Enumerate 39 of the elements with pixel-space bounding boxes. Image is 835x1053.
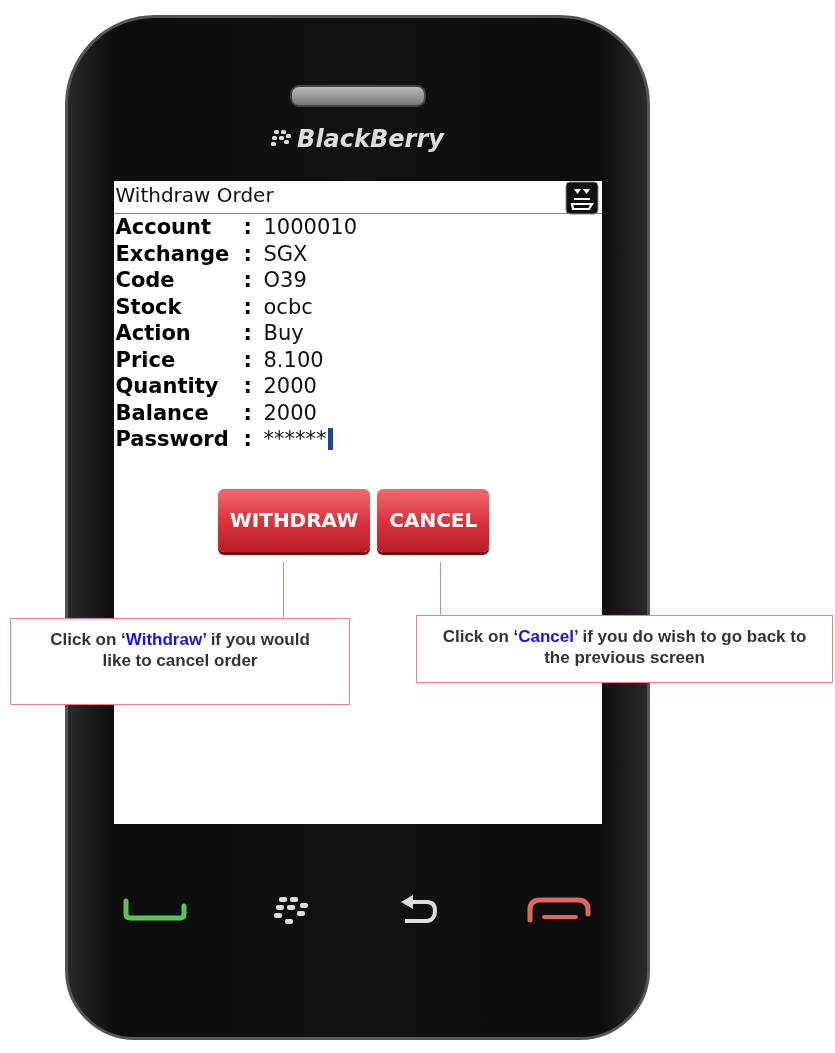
field-label: Balance: [115, 399, 210, 426]
field-value: 2000: [263, 373, 317, 400]
back-arrow-icon[interactable]: [399, 894, 440, 926]
field-colon: :: [243, 240, 253, 267]
field-label: Password: [115, 426, 230, 453]
field-value: ******: [263, 426, 327, 453]
field-label: Stock: [115, 293, 183, 320]
field-colon: :: [243, 399, 253, 426]
brand-name: BlackBerry: [297, 125, 444, 153]
action-button[interactable]: WITHDRAW: [217, 488, 371, 552]
callout-text: Click on ‘Withdraw’ if you would like to cancel order: [49, 629, 311, 672]
screen-title: Withdraw Order: [115, 182, 274, 209]
field-colon: :: [243, 426, 253, 453]
keyboard-toggle-icon[interactable]: [564, 181, 599, 215]
action-button[interactable]: CANCEL: [377, 488, 490, 552]
end-call-key-icon[interactable]: [526, 896, 593, 924]
field-colon: :: [243, 346, 253, 373]
field-label: Account: [115, 214, 212, 241]
field-label: Price: [115, 346, 177, 373]
field-label: Code: [115, 267, 176, 294]
field-value: 8.100: [263, 346, 324, 373]
callout-text: Click on ‘Cancel’ if you do wish to go back to the previous screen: [441, 626, 808, 669]
field-value: 1000010: [263, 214, 358, 241]
field-colon: :: [243, 373, 253, 400]
field-colon: :: [243, 293, 253, 320]
field-value: 2000: [263, 399, 317, 426]
field-value: ocbc: [263, 293, 313, 320]
field-value: SGX: [263, 240, 308, 267]
field-colon: :: [243, 267, 253, 294]
field-label: Action: [115, 320, 192, 347]
field-label: Quantity: [115, 373, 220, 400]
text-cursor: [327, 428, 333, 451]
field-colon: :: [243, 214, 253, 241]
dots-logo-icon: [271, 130, 294, 148]
call-key-icon[interactable]: [122, 898, 187, 922]
field-value: Buy: [263, 320, 304, 347]
field-colon: :: [243, 320, 253, 347]
field-value: O39: [263, 267, 307, 294]
field-label: Exchange: [115, 240, 231, 267]
